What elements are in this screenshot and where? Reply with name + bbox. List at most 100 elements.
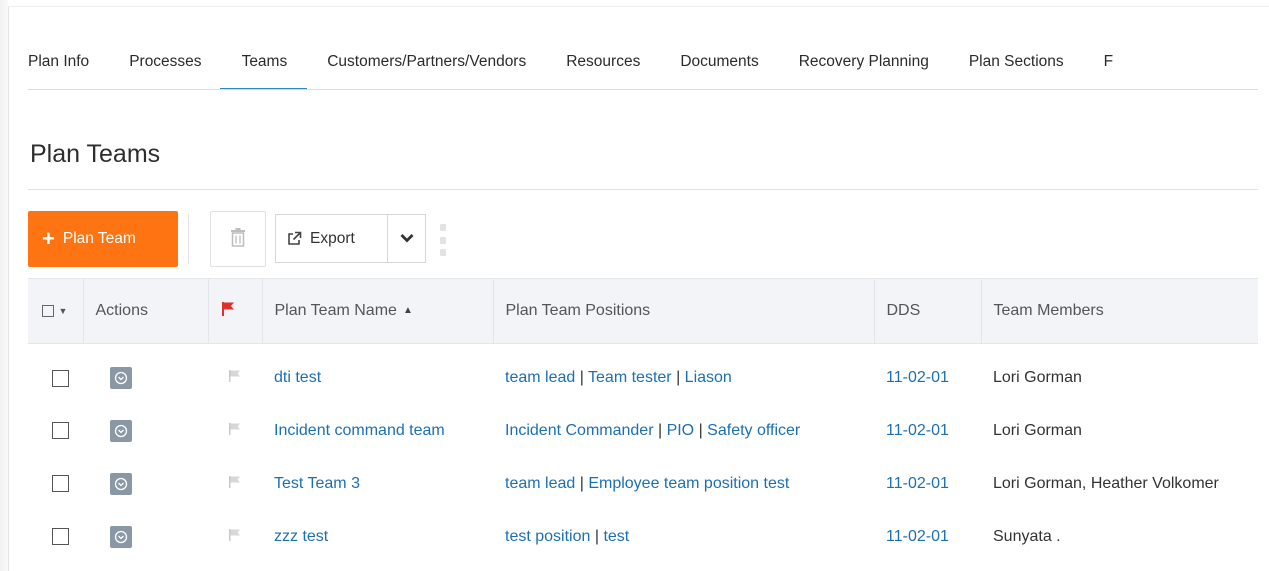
external-link-icon [287, 231, 302, 246]
plan-team-name-link[interactable]: zzz test [274, 528, 328, 545]
position-link[interactable]: Team tester [588, 369, 672, 386]
flag-icon[interactable] [228, 475, 242, 493]
tab-processes[interactable]: Processes [129, 40, 201, 89]
row-checkbox[interactable] [52, 528, 69, 546]
position-separator: | [575, 475, 589, 492]
plan-team-name-cell: Test Team 3 [262, 458, 493, 511]
circle-chevron-icon[interactable] [110, 473, 132, 495]
circle-chevron-icon[interactable] [110, 367, 132, 390]
table-header-row: ▼ Actions Plan Team Name ▲ Plan Team Posi… [28, 278, 1258, 344]
tab-plan-sections[interactable]: Plan Sections [969, 40, 1064, 89]
plan-team-positions-header[interactable]: Plan Team Positions [493, 278, 875, 344]
trash-icon [230, 227, 246, 252]
dds-cell: 11-02-01 [874, 511, 981, 564]
row-flag-cell [208, 511, 262, 564]
row-actions-cell [83, 344, 208, 405]
plan-team-name-header-label: Plan Team Name [274, 302, 397, 319]
plan-teams-table: ▼ Actions Plan Team Name ▲ Plan Team Posi… [28, 278, 1258, 564]
tab-teams[interactable]: Teams [219, 40, 307, 89]
position-link[interactable]: Liason [685, 369, 732, 386]
position-link[interactable]: test [603, 528, 629, 545]
tab-customers-partners-vendors[interactable]: Customers/Partners/Vendors [327, 40, 526, 89]
tab-resources[interactable]: Resources [566, 40, 640, 89]
row-checkbox[interactable] [52, 475, 69, 493]
select-all-header[interactable]: ▼ [28, 278, 84, 344]
team-members-value: Sunyata . [993, 528, 1061, 545]
plan-team-name-cell: Incident command team [262, 405, 493, 458]
position-link[interactable]: team lead [505, 475, 575, 492]
dds-cell: 11-02-01 [874, 405, 981, 458]
plan-tabs: Plan Info Processes Teams Customers/Part… [28, 40, 1258, 90]
table-row[interactable]: Incident command team Incident Commander… [28, 405, 1258, 458]
dds-link[interactable]: 11-02-01 [886, 422, 949, 439]
dds-link[interactable]: 11-02-01 [886, 528, 949, 545]
plan-team-positions-cell: team lead | Team tester | Liason [493, 344, 874, 405]
tab-recovery-planning[interactable]: Recovery Planning [799, 40, 929, 89]
row-select-cell [28, 344, 83, 405]
flag-header[interactable] [208, 278, 263, 344]
dds-cell: 11-02-01 [874, 458, 981, 511]
add-plan-team-label: Plan Team [62, 230, 136, 247]
position-separator: | [575, 369, 589, 387]
flag-icon[interactable] [228, 422, 242, 440]
select-all-checkbox[interactable] [42, 304, 54, 317]
table-row[interactable]: Test Team 3 team lead | Employee team po… [28, 458, 1258, 511]
plan-team-name-cell: zzz test [262, 511, 493, 564]
page-title: Plan Teams [30, 140, 161, 168]
export-options-button[interactable] [387, 214, 426, 263]
plan-team-name-cell: dti test [262, 344, 493, 405]
flag-icon[interactable] [228, 369, 242, 387]
team-members-value: Lori Gorman [993, 422, 1082, 439]
left-shadow [0, 0, 8, 571]
flag-icon[interactable] [228, 528, 242, 546]
tab-documents[interactable]: Documents [680, 40, 758, 89]
team-members-header[interactable]: Team Members [981, 278, 1258, 344]
export-label: Export [310, 229, 355, 247]
plan-team-name-link[interactable]: dti test [274, 369, 321, 386]
team-members-value: Lori Gorman, Heather Volkomer [993, 475, 1219, 492]
row-actions-cell [83, 511, 208, 564]
delete-button[interactable] [210, 211, 266, 267]
dds-header[interactable]: DDS [874, 278, 982, 344]
table-row[interactable]: dti test team lead | Team tester | Liaso… [28, 344, 1258, 405]
team-members-cell: Lori Gorman [981, 344, 1258, 405]
row-flag-cell [208, 344, 262, 405]
plan-team-name-header[interactable]: Plan Team Name ▲ [262, 278, 494, 344]
row-checkbox[interactable] [52, 369, 69, 387]
plan-team-name-link[interactable]: Test Team 3 [274, 475, 360, 492]
position-link[interactable]: Safety officer [707, 422, 800, 439]
plan-team-positions-cell: test position | test [493, 511, 874, 564]
dds-link[interactable]: 11-02-01 [886, 369, 949, 386]
row-select-cell [28, 458, 83, 511]
add-plan-team-button[interactable]: + Plan Team [28, 211, 178, 267]
tab-plan-info[interactable]: Plan Info [28, 40, 89, 89]
drag-handle[interactable] [440, 224, 448, 256]
team-members-cell: Lori Gorman [981, 405, 1258, 458]
row-checkbox[interactable] [52, 422, 69, 440]
flag-icon [221, 301, 235, 321]
circle-chevron-icon[interactable] [110, 420, 132, 442]
position-separator: | [653, 422, 667, 439]
table-row[interactable]: zzz test test position | test 11-02-01 S… [28, 511, 1258, 564]
row-flag-cell [208, 405, 262, 458]
team-members-value: Lori Gorman [993, 369, 1082, 387]
plus-icon: + [42, 226, 55, 251]
tab-truncated[interactable]: F [1104, 40, 1113, 89]
team-members-cell: Sunyata . [981, 511, 1258, 564]
row-select-cell [28, 511, 83, 564]
position-link[interactable]: test position [505, 528, 590, 545]
row-flag-cell [208, 458, 262, 511]
chevron-down-icon [400, 230, 414, 248]
dds-link[interactable]: 11-02-01 [886, 475, 949, 492]
position-link[interactable]: team lead [505, 369, 575, 386]
position-link[interactable]: Incident Commander [505, 422, 654, 439]
export-button[interactable]: Export [275, 214, 387, 263]
position-separator: | [590, 528, 604, 545]
row-actions-cell [83, 405, 208, 458]
row-actions-cell [83, 458, 208, 511]
plan-team-name-link[interactable]: Incident command team [274, 422, 445, 439]
position-link[interactable]: Employee team position test [588, 475, 789, 492]
circle-chevron-icon[interactable] [110, 526, 132, 548]
position-link[interactable]: PIO [667, 422, 695, 439]
plan-team-positions-cell: team lead | Employee team position test [493, 458, 874, 511]
